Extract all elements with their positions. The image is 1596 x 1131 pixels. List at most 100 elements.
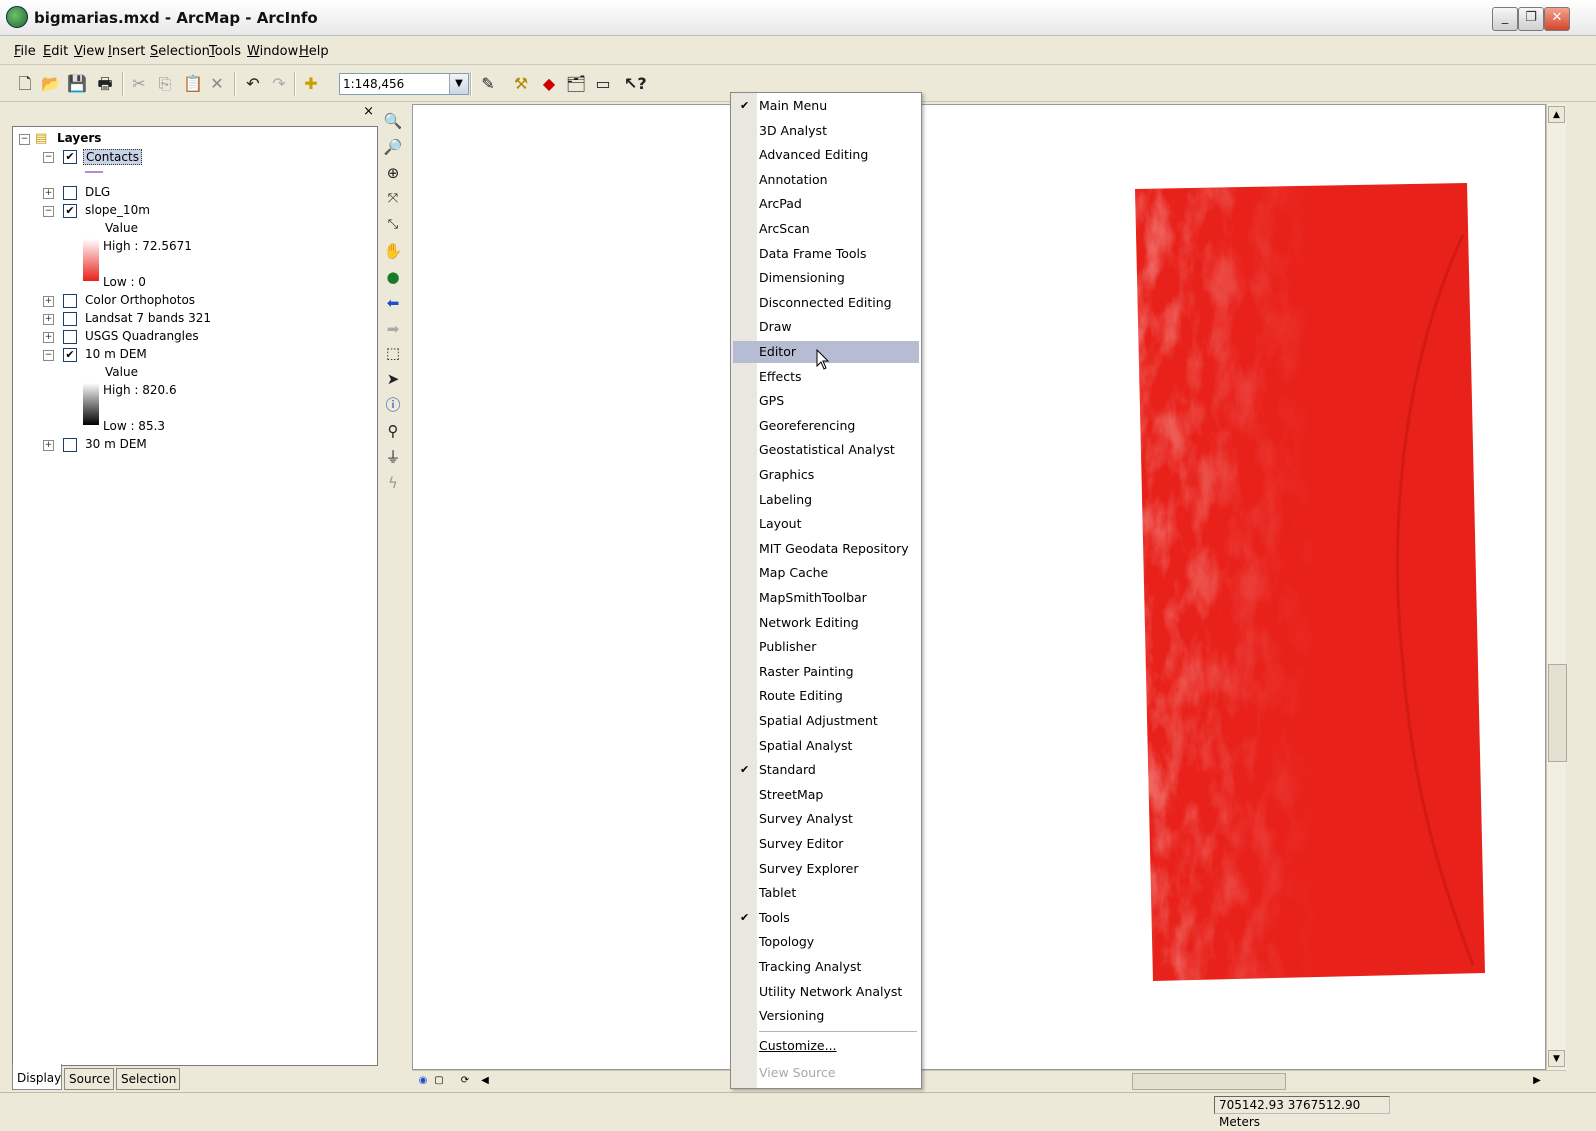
measure-icon[interactable]: ⏚ [382,446,404,468]
new-icon[interactable]: 🗋 [14,73,36,95]
layer-label[interactable]: Contacts [83,149,142,165]
menu-tools[interactable]: Tools [209,44,241,59]
chevron-down-icon[interactable]: ▼ [449,74,468,94]
layer-label[interactable]: Color Orthophotos [85,293,195,307]
menu-item[interactable]: Spatial Analyst [733,735,919,757]
menu-item[interactable]: StreetMap [733,784,919,806]
collapse-icon[interactable]: − [43,152,54,163]
expand-icon[interactable]: + [43,440,54,451]
scroll-up-icon[interactable]: ▲ [1548,106,1565,123]
menu-item[interactable]: Survey Editor [733,833,919,855]
menu-item[interactable]: ✔ Tools [733,907,919,929]
menu-help[interactable]: Help [299,44,329,59]
menu-window[interactable]: Window [247,44,298,59]
model-icon[interactable]: ◆ [538,73,560,95]
forward-arrow-icon[interactable]: ➡ [382,318,404,340]
layer-checkbox[interactable] [63,312,77,326]
menu-item[interactable]: Layout [733,513,919,535]
layer-label[interactable]: USGS Quadrangles [85,329,199,343]
scroll-right-icon[interactable]: ▶ [1530,1073,1544,1088]
map-view[interactable] [412,104,1546,1070]
menu-item[interactable]: 3D Analyst [733,120,919,142]
catalog-icon[interactable]: 🗂 [565,73,587,95]
copy-icon[interactable]: ⎘ [154,73,176,95]
menu-item[interactable]: Tracking Analyst [733,956,919,978]
menu-item[interactable]: Draw [733,316,919,338]
menu-item[interactable]: Utility Network Analyst [733,981,919,1003]
tab-source[interactable]: Source [64,1068,114,1090]
undo-icon[interactable]: ↶ [242,73,264,95]
menu-item[interactable]: MapSmithToolbar [733,587,919,609]
menu-view[interactable]: View [74,44,105,59]
toc-grip[interactable]: × [6,104,380,119]
whats-this-icon[interactable]: ↖? [624,73,647,95]
layer-label[interactable]: slope_10m [85,203,150,217]
redo-icon[interactable]: ↷ [268,73,290,95]
menu-item[interactable]: Data Frame Tools [733,243,919,265]
menu-item[interactable]: Route Editing [733,685,919,707]
minimize-button[interactable]: _ [1492,7,1518,31]
horizontal-scrollbar-thumb[interactable] [1132,1073,1286,1090]
full-extent-icon[interactable]: ● [382,266,404,288]
menu-item[interactable]: Georeferencing [733,415,919,437]
menu-item[interactable]: Annotation [733,169,919,191]
menu-insert[interactable]: Insert [108,44,145,59]
menu-item[interactable]: Advanced Editing [733,144,919,166]
close-button[interactable]: ✕ [1544,7,1570,31]
menu-item[interactable]: Geostatistical Analyst [733,439,919,461]
layer-checkbox[interactable] [63,186,77,200]
layer-checkbox[interactable] [63,330,77,344]
collapse-icon[interactable]: − [19,134,30,145]
menu-item[interactable]: ArcPad [733,193,919,215]
arctoolbox-icon[interactable]: ⚒ [510,73,532,95]
menu-item[interactable]: Spatial Adjustment [733,710,919,732]
open-icon[interactable]: 📂 [40,73,62,95]
menu-edit[interactable]: Edit [43,44,68,59]
identify-icon[interactable]: ⓘ [382,394,404,416]
vertical-scrollbar[interactable]: ▲ ▼ [1546,104,1567,1070]
layer-row-slope-10m[interactable]: − ✔ slope_10m [43,203,243,219]
scroll-down-icon[interactable]: ▼ [1548,1050,1565,1067]
menu-item[interactable]: Topology [733,931,919,953]
pan-icon[interactable]: ✋ [382,240,404,262]
menu-item[interactable]: Survey Explorer [733,858,919,880]
menu-file[interactable]: File [14,44,36,59]
collapse-icon[interactable]: − [43,206,54,217]
add-data-icon[interactable]: ✚ [300,73,322,95]
zoom-in-fixed-icon[interactable]: ⤧ [382,188,404,210]
expand-icon[interactable]: + [43,332,54,343]
menu-item[interactable]: Tablet [733,882,919,904]
layer-row-dlg[interactable]: + DLG [43,185,243,201]
layer-row-landsat[interactable]: + Landsat 7 bands 321 [43,311,293,327]
layout-view-icon[interactable]: ▢ [432,1073,446,1088]
tab-display[interactable]: Display [12,1064,62,1090]
collapse-icon[interactable]: − [43,350,54,361]
menu-selection[interactable]: Selection [150,44,210,59]
back-arrow-icon[interactable]: ⬅ [382,292,404,314]
expand-icon[interactable]: + [43,296,54,307]
expand-icon[interactable]: + [43,314,54,325]
restore-button[interactable]: ❐ [1518,7,1544,31]
zoom-out-fixed-icon[interactable]: ⤡ [382,214,404,236]
menu-item[interactable]: ✔ Standard [733,759,919,781]
layer-checkbox[interactable]: ✔ [63,348,77,362]
menu-item[interactable]: Raster Painting [733,661,919,683]
save-icon[interactable]: 💾 [66,73,88,95]
data-view-icon[interactable]: ◉ [416,1073,430,1088]
hyperlink-icon[interactable]: ϟ [382,472,404,494]
menu-item-customize[interactable]: Customize... [733,1035,919,1057]
menu-item[interactable]: Survey Analyst [733,808,919,830]
close-icon[interactable]: × [363,104,374,119]
layer-row-usgs-quadrangles[interactable]: + USGS Quadrangles [43,329,293,345]
cut-icon[interactable]: ✂ [128,73,150,95]
layer-row-30m-dem[interactable]: + 30 m DEM [43,437,293,453]
print-icon[interactable]: 🖶 [94,73,116,95]
map-scale-combo[interactable]: 1:148,456 ▼ [339,73,469,95]
menu-item[interactable]: Graphics [733,464,919,486]
menu-item[interactable]: Network Editing [733,612,919,634]
find-icon[interactable]: ⚲ [382,420,404,442]
menu-item[interactable]: GPS [733,390,919,412]
expand-icon[interactable]: + [43,188,54,199]
delete-icon[interactable]: ✕ [206,73,228,95]
menu-item[interactable]: Disconnected Editing [733,292,919,314]
